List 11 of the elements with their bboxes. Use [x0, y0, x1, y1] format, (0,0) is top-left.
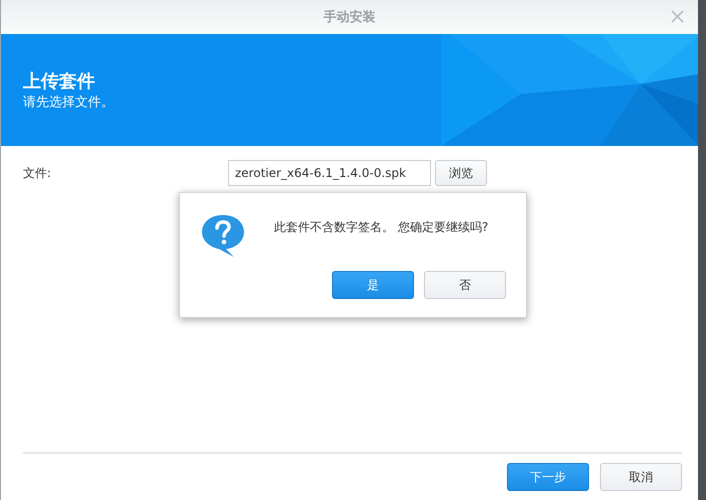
banner-title: 上传套件 [23, 70, 96, 94]
cancel-button[interactable]: 取消 [600, 463, 682, 491]
question-icon [200, 213, 246, 259]
file-field[interactable]: zerotier_x64-6.1_1.4.0-0.spk [228, 160, 431, 186]
close-icon[interactable] [671, 10, 684, 23]
browse-button[interactable]: 浏览 [435, 160, 487, 186]
window-title: 手动安装 [324, 8, 376, 26]
banner-subtitle: 请先选择文件。 [23, 94, 115, 112]
dialog-message: 此套件不含数字签名。 您确定要继续吗? [274, 219, 488, 236]
file-label: 文件: [23, 164, 52, 182]
cancel-button[interactable]: 否 [424, 271, 506, 299]
